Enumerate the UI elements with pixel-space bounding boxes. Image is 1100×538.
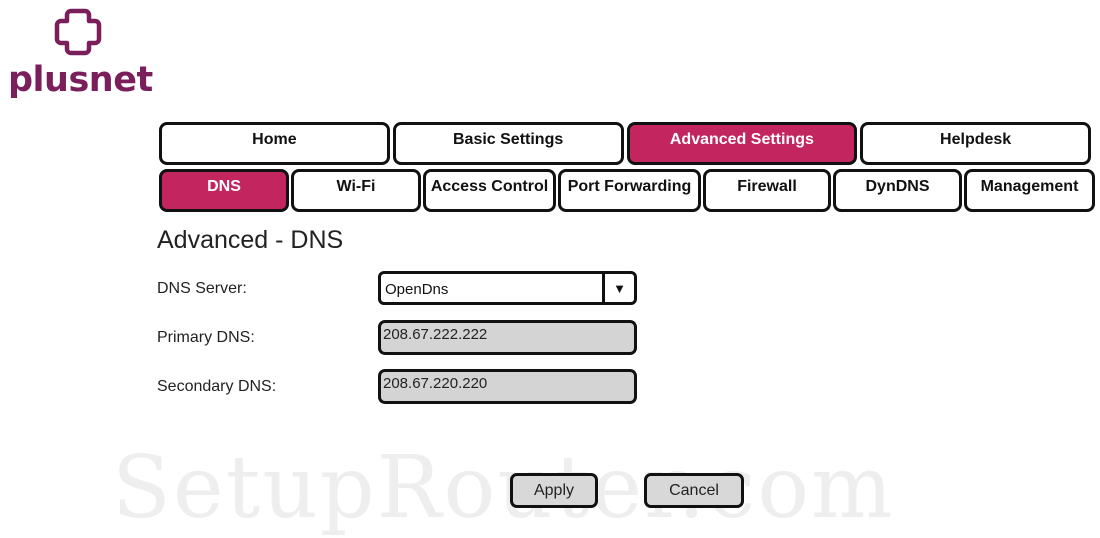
tab-home[interactable]: Home (159, 122, 390, 165)
dns-server-value: OpenDns (385, 281, 449, 298)
sub-nav: DNS Wi-Fi Access Control Port Forwarding… (159, 169, 1095, 212)
dropdown-arrow-icon[interactable]: ▼ (602, 274, 634, 302)
subtab-dyndns[interactable]: DynDNS (833, 169, 962, 212)
plus-cross-icon (54, 8, 102, 56)
subtab-access-control[interactable]: Access Control (423, 169, 556, 212)
primary-dns-value: 208.67.222.222 (383, 326, 488, 343)
brand-name: plusnet (8, 60, 153, 100)
cancel-button[interactable]: Cancel (644, 473, 744, 508)
watermark: SetupRouter.com (112, 438, 895, 538)
primary-dns-field[interactable]: 208.67.222.222 (378, 320, 637, 355)
subtab-port-forwarding[interactable]: Port Forwarding (558, 169, 701, 212)
tab-helpdesk[interactable]: Helpdesk (860, 122, 1091, 165)
dns-server-label: DNS Server: (157, 280, 247, 297)
secondary-dns-field[interactable]: 208.67.220.220 (378, 369, 637, 404)
subtab-management[interactable]: Management (964, 169, 1095, 212)
main-nav: Home Basic Settings Advanced Settings He… (159, 122, 1091, 165)
dns-server-select[interactable]: OpenDns ▼ (378, 271, 637, 305)
subtab-firewall[interactable]: Firewall (703, 169, 831, 212)
subtab-wifi[interactable]: Wi-Fi (291, 169, 421, 212)
plusnet-logo: plusnet (8, 8, 158, 103)
page-title: Advanced - DNS (157, 226, 344, 254)
secondary-dns-label: Secondary DNS: (157, 378, 277, 395)
tab-basic-settings[interactable]: Basic Settings (392, 122, 624, 165)
apply-button[interactable]: Apply (510, 473, 598, 508)
subtab-dns[interactable]: DNS (159, 169, 289, 212)
tab-advanced-settings[interactable]: Advanced Settings (626, 122, 858, 165)
secondary-dns-value: 208.67.220.220 (383, 375, 488, 392)
primary-dns-label: Primary DNS: (157, 329, 255, 346)
